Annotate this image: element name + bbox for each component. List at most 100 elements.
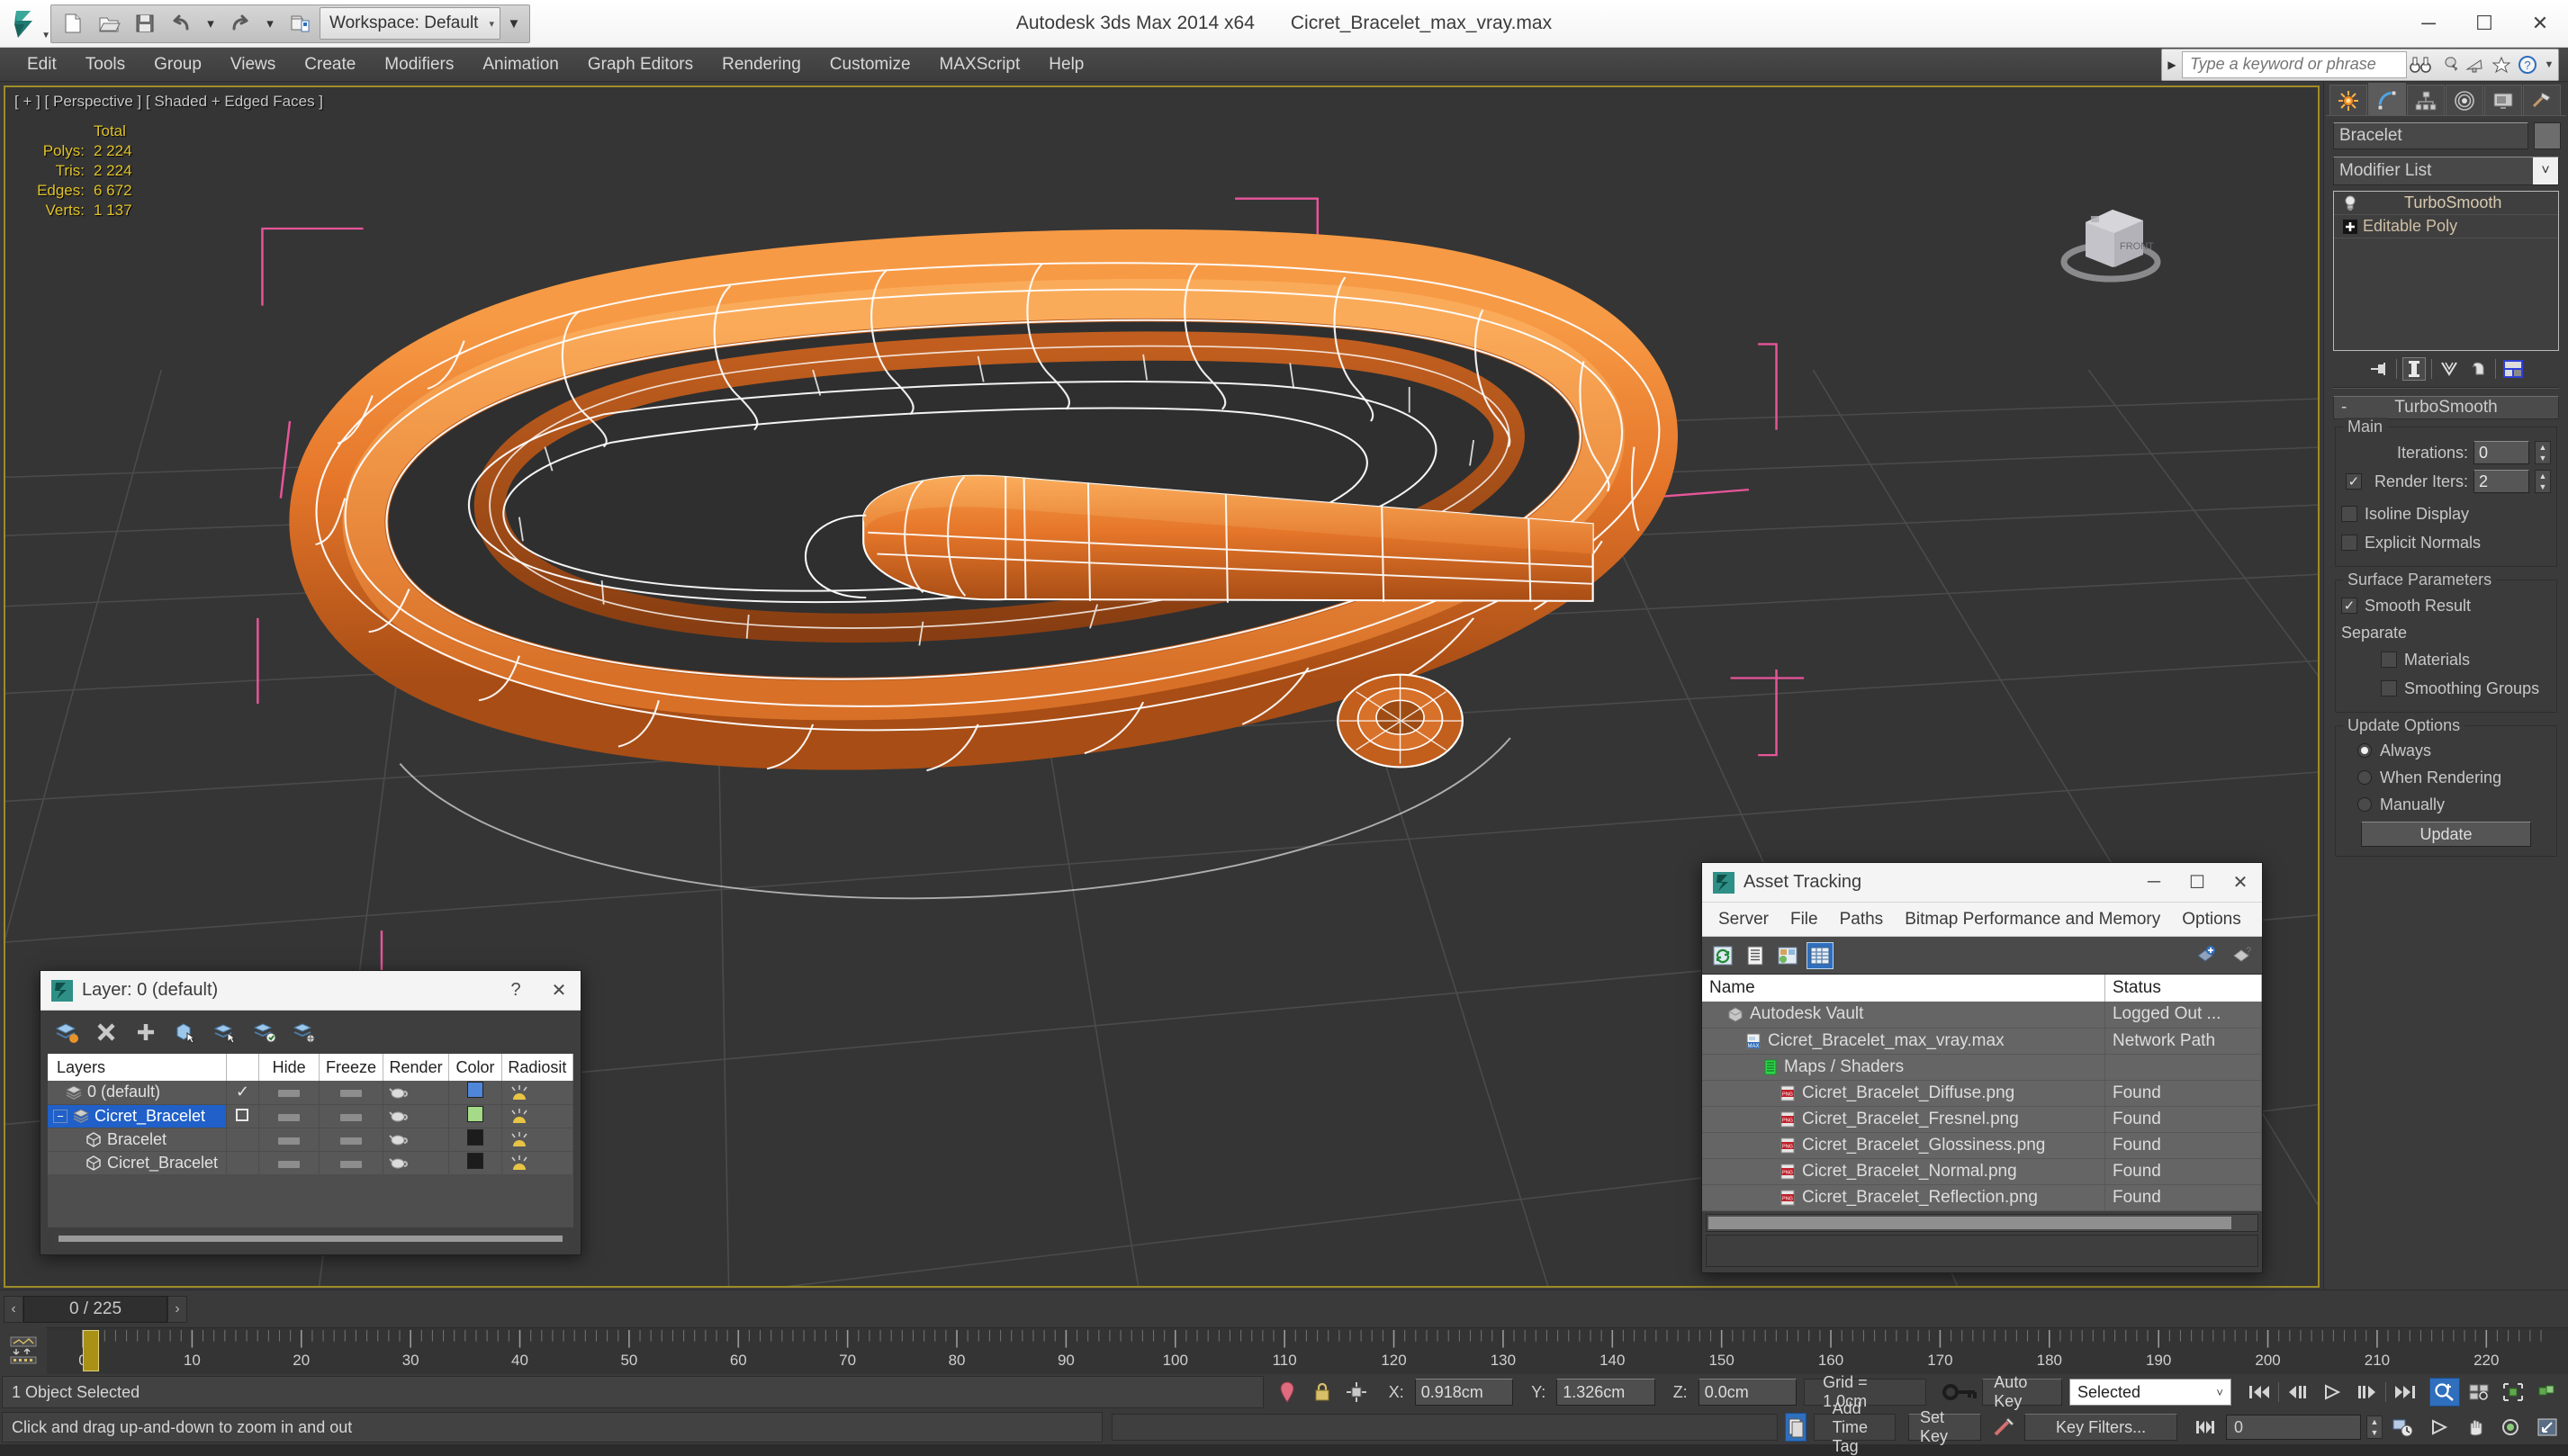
next-frame-button[interactable]: › — [167, 1296, 187, 1323]
menu-tools[interactable]: Tools — [71, 48, 140, 81]
search-input[interactable] — [2182, 51, 2407, 78]
zoom-all-button[interactable] — [2464, 1378, 2494, 1407]
object-name-field[interactable]: Bracelet — [2333, 122, 2528, 149]
asset-horizontal-scrollbar[interactable] — [1706, 1214, 2258, 1232]
materials-row[interactable]: Materials — [2341, 647, 2551, 672]
table-row[interactable]: PNG Cicret_Bracelet_Normal.png Found — [1702, 1158, 2262, 1184]
layer-help-button[interactable]: ? — [494, 971, 537, 1011]
save-file-button[interactable] — [127, 6, 163, 40]
render-iters-checkbox[interactable]: ✓ — [2346, 473, 2362, 490]
layer-current-cell[interactable] — [226, 1104, 258, 1128]
asset-menu-options[interactable]: Options — [2171, 903, 2251, 936]
asset-name-cell[interactable]: PNG Cicret_Bracelet_Fresnel.png — [1702, 1106, 2104, 1132]
stack-item-editable-poly[interactable]: Editable Poly — [2334, 215, 2558, 238]
update-when-rendering-radio[interactable] — [2357, 770, 2372, 785]
explicit-normals-checkbox[interactable] — [2341, 535, 2357, 551]
layer-close-button[interactable]: ✕ — [537, 971, 581, 1011]
smoothing-groups-checkbox[interactable] — [2381, 680, 2397, 697]
maximize-button[interactable]: ☐ — [2456, 0, 2512, 48]
orbit-icon[interactable] — [2496, 1413, 2527, 1442]
table-row[interactable]: Bracelet — [48, 1128, 573, 1151]
menu-maxscript[interactable]: MAXScript — [925, 48, 1035, 81]
asset-name-cell[interactable]: PNG Cicret_Bracelet_Diffuse.png — [1702, 1080, 2104, 1106]
iterations-field[interactable]: 0 — [2473, 441, 2529, 464]
layer-radiosity-cell[interactable] — [501, 1081, 572, 1104]
layer-render-cell[interactable] — [383, 1081, 449, 1104]
layer-row-name-cell[interactable]: Cicret_Bracelet — [48, 1151, 226, 1174]
layer-dialog[interactable]: Layer: 0 (default) ? ✕ — [40, 970, 581, 1255]
asset-tracking-dialog[interactable]: Asset Tracking ─ ☐ ✕ Server File Paths B… — [1701, 862, 2263, 1273]
table-row[interactable]: − Cicret_Bracelet — [48, 1104, 573, 1128]
make-unique-icon[interactable] — [2437, 357, 2461, 381]
modifier-list-dropdown[interactable]: Modifier List ˅ — [2333, 157, 2559, 185]
col-current[interactable] — [226, 1054, 258, 1081]
prev-frame-button[interactable]: ‹ — [4, 1296, 23, 1323]
layer-freeze-cell[interactable] — [320, 1151, 383, 1174]
layer-row-name-cell[interactable]: Bracelet — [48, 1128, 226, 1151]
select-highlighted-layer-icon[interactable] — [212, 1019, 239, 1046]
current-frame-spinner[interactable]: ▲▼ — [2366, 1416, 2383, 1439]
favorite-star-icon[interactable] — [2488, 49, 2515, 80]
pan-play-icon[interactable] — [2424, 1413, 2455, 1442]
lock-selection-icon[interactable] — [1308, 1378, 1336, 1407]
asset-name-cell[interactable]: MAX Cicret_Bracelet_max_vray.max — [1702, 1028, 2104, 1054]
update-always-row[interactable]: Always — [2341, 739, 2551, 762]
binoculars-icon[interactable] — [2407, 49, 2434, 80]
zoom-extents-button[interactable] — [2498, 1378, 2528, 1407]
asset-menu-paths[interactable]: Paths — [1829, 903, 1895, 936]
table-row[interactable]: Cicret_Bracelet — [48, 1151, 573, 1174]
tab-modify[interactable] — [2368, 83, 2406, 115]
pin-stack-icon[interactable] — [2367, 357, 2391, 381]
tab-hierarchy[interactable] — [2407, 85, 2445, 115]
go-to-start-button[interactable] — [2244, 1378, 2275, 1407]
show-end-result-icon[interactable] — [2402, 357, 2426, 381]
table-row[interactable]: PNG Cicret_Bracelet_Fresnel.png Found — [1702, 1106, 2262, 1132]
layer-render-cell[interactable] — [383, 1128, 449, 1151]
layer-hide-cell[interactable] — [259, 1081, 320, 1104]
asset-name-cell[interactable]: Autodesk Vault — [1702, 1002, 2104, 1028]
play-animation-button[interactable] — [2317, 1378, 2347, 1407]
workspace-selector[interactable]: Workspace: Default ▾ — [320, 7, 500, 40]
asset-name-cell[interactable]: Maps / Shaders — [1702, 1054, 2104, 1080]
redo-dropdown-icon[interactable]: ▾ — [258, 6, 282, 40]
key-mode-toggle-icon[interactable] — [1939, 1378, 1982, 1407]
previous-frame-button[interactable] — [2283, 1378, 2313, 1407]
table-row[interactable]: MAX Cicret_Bracelet_max_vray.max Network… — [1702, 1028, 2262, 1054]
vault-help-icon[interactable]: ? — [2228, 942, 2255, 969]
asset-menu-server[interactable]: Server — [1707, 903, 1780, 936]
asset-name-cell[interactable]: PNG Cicret_Bracelet_Reflection.png — [1702, 1184, 2104, 1210]
menu-animation[interactable]: Animation — [468, 48, 573, 81]
menu-create[interactable]: Create — [290, 48, 370, 81]
tab-utilities[interactable] — [2523, 85, 2561, 115]
menu-modifiers[interactable]: Modifiers — [370, 48, 468, 81]
table-row[interactable]: 0 (default) ✓ — [48, 1081, 573, 1104]
pin-stack-status-icon[interactable] — [1273, 1378, 1301, 1407]
satellite-icon[interactable] — [2461, 49, 2488, 80]
update-manually-row[interactable]: Manually — [2341, 793, 2551, 816]
configure-sets-icon[interactable] — [2501, 357, 2525, 381]
minimize-button[interactable]: ─ — [2401, 0, 2456, 48]
help-icon[interactable]: ? — [2515, 49, 2542, 80]
maximize-viewport-icon[interactable] — [2532, 1413, 2563, 1442]
layer-color-cell[interactable] — [449, 1104, 502, 1128]
table-row[interactable]: Autodesk Vault Logged Out ... — [1702, 1002, 2262, 1028]
menu-customize[interactable]: Customize — [815, 48, 925, 81]
col-radiosity[interactable]: Radiosit — [501, 1054, 572, 1081]
asset-name-cell[interactable]: PNG Cicret_Bracelet_Glossiness.png — [1702, 1132, 2104, 1158]
layer-color-cell[interactable] — [449, 1081, 502, 1104]
asset-table[interactable]: Name Status Autodesk Vault Logged Out . — [1702, 975, 2262, 1211]
z-coordinate-field[interactable]: 0.0cm — [1698, 1379, 1797, 1406]
isoline-display-checkbox[interactable] — [2341, 506, 2357, 522]
object-color-swatch[interactable] — [2534, 122, 2561, 149]
zoom-tool-button[interactable] — [2429, 1378, 2460, 1407]
menu-edit[interactable]: Edit — [13, 48, 71, 81]
table-row[interactable]: Maps / Shaders — [1702, 1054, 2262, 1080]
next-frame-button[interactable] — [2351, 1378, 2382, 1407]
asset-close-button[interactable]: ✕ — [2219, 863, 2262, 903]
grid-view-icon[interactable] — [1807, 942, 1834, 969]
tab-motion[interactable] — [2446, 85, 2483, 115]
key-mode-select[interactable]: Selected ˅ — [2069, 1379, 2231, 1406]
go-to-end-button[interactable] — [2390, 1378, 2420, 1407]
render-iters-field[interactable]: 2 — [2473, 470, 2529, 493]
layer-render-cell[interactable] — [383, 1151, 449, 1174]
